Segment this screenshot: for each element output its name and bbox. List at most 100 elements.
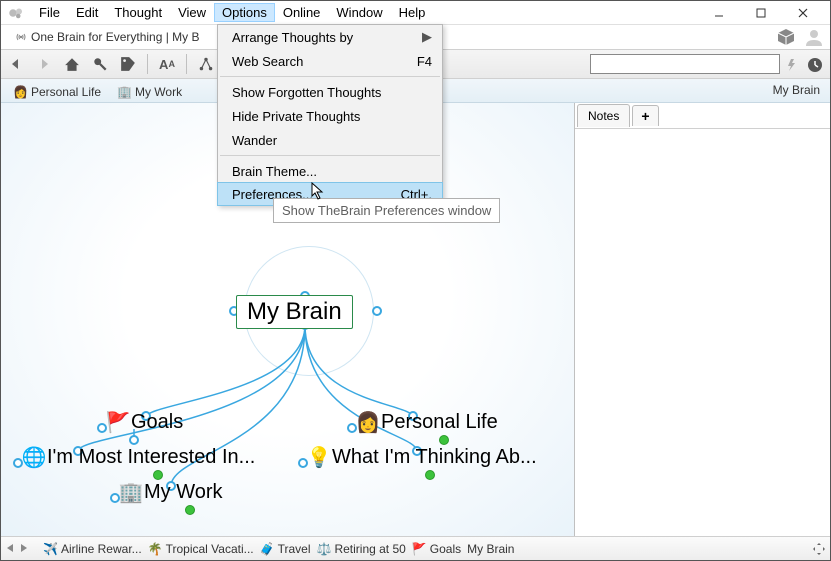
crumb-label: Tropical Vacati...: [166, 542, 254, 556]
green-dot-icon: [439, 435, 449, 445]
nav-forward-button[interactable]: [35, 55, 53, 73]
building-icon: 🏢: [117, 85, 132, 99]
plane-icon: ✈️: [43, 542, 58, 556]
layout-button[interactable]: [197, 55, 215, 73]
menu-separator: [220, 155, 440, 156]
menu-file[interactable]: File: [31, 3, 68, 22]
menu-hide-private[interactable]: Hide Private Thoughts: [218, 104, 442, 128]
pin-button[interactable]: [91, 55, 109, 73]
menu-item-shortcut: F4: [417, 54, 432, 69]
green-dot-icon: [185, 505, 195, 515]
menu-window[interactable]: Window: [328, 3, 390, 22]
menu-item-label: Brain Theme...: [232, 164, 317, 179]
toolbar-separator: [186, 54, 187, 74]
right-panel: Notes +: [575, 103, 830, 536]
history-back-icon[interactable]: [5, 542, 15, 556]
crumb-label: My Brain: [467, 542, 514, 556]
notes-content-area[interactable]: [575, 129, 830, 536]
app-logo-icon: [7, 4, 25, 22]
menu-show-forgotten[interactable]: Show Forgotten Thoughts: [218, 80, 442, 104]
menu-online[interactable]: Online: [275, 3, 329, 22]
menu-brain-theme[interactable]: Brain Theme...: [218, 159, 442, 183]
brain-name-label: My Brain: [773, 83, 820, 97]
crumb-travel[interactable]: 🧳Travel: [260, 542, 311, 556]
node-port[interactable]: [129, 435, 139, 445]
node-label: I'm Most Interested In...: [47, 446, 255, 469]
menu-item-label: Hide Private Thoughts: [232, 109, 360, 124]
crumb-retiring[interactable]: ⚖️Retiring at 50: [317, 542, 406, 556]
node-label: What I'm Thinking Ab...: [332, 446, 537, 469]
menu-arrange-thoughts[interactable]: Arrange Thoughts by▶: [218, 25, 442, 49]
pinned-tab-label: Personal Life: [31, 85, 101, 99]
breadcrumb-bar: ✈️Airline Rewar... 🌴Tropical Vacati... 🧳…: [1, 536, 830, 560]
node-root[interactable]: My Brain: [236, 295, 353, 329]
options-menu-dropdown: Arrange Thoughts by▶ Web Search F4 Show F…: [217, 24, 443, 206]
window-close-button[interactable]: [782, 2, 824, 24]
text-size-button[interactable]: AA: [158, 55, 176, 73]
menu-item-label: Wander: [232, 133, 277, 148]
pinned-tab-personal-life[interactable]: 👩 Personal Life: [5, 82, 109, 102]
menu-item-label: Show Forgotten Thoughts: [232, 85, 381, 100]
menu-thought[interactable]: Thought: [106, 3, 170, 22]
menu-edit[interactable]: Edit: [68, 3, 106, 22]
node-personal-life[interactable]: 👩 Personal Life: [359, 411, 498, 434]
tooltip: Show TheBrain Preferences window: [273, 198, 500, 223]
tab-title: One Brain for Everything | My B: [31, 30, 200, 44]
crumb-label: Airline Rewar...: [61, 542, 142, 556]
instant-activate-icon[interactable]: [782, 56, 800, 74]
node-port-right[interactable]: [372, 306, 382, 316]
lightbulb-icon: 💡: [310, 449, 328, 467]
crumb-airline[interactable]: ✈️Airline Rewar...: [43, 542, 142, 556]
search-input[interactable]: [590, 54, 780, 74]
building-icon: 🏢: [122, 484, 140, 502]
menu-item-label: Web Search: [232, 54, 303, 69]
cube-icon[interactable]: [776, 27, 796, 50]
history-forward-icon[interactable]: [19, 542, 29, 556]
home-button[interactable]: [63, 55, 81, 73]
menu-view[interactable]: View: [170, 3, 214, 22]
submenu-arrow-icon: ▶: [422, 29, 432, 45]
luggage-icon: 🧳: [260, 542, 275, 556]
tab-add-button[interactable]: +: [632, 105, 658, 126]
menu-wander[interactable]: Wander: [218, 128, 442, 152]
tab-notes[interactable]: Notes: [577, 104, 630, 127]
flag-icon: 🚩: [109, 414, 127, 432]
crumb-tropical[interactable]: 🌴Tropical Vacati...: [148, 542, 254, 556]
crumb-goals[interactable]: 🚩Goals: [412, 542, 461, 556]
flag-icon: 🚩: [412, 542, 427, 556]
window-minimize-button[interactable]: [698, 2, 740, 24]
menu-help[interactable]: Help: [391, 3, 434, 22]
person-icon: 👩: [13, 85, 28, 99]
user-icon[interactable]: [804, 27, 824, 50]
node-interested[interactable]: 🌐 I'm Most Interested In...: [25, 446, 255, 469]
crumb-label: Retiring at 50: [334, 542, 405, 556]
crumb-label: Goals: [430, 542, 461, 556]
pinned-tab-label: My Work: [135, 85, 182, 99]
toolbar-separator: [147, 54, 148, 74]
brain-tab[interactable]: One Brain for Everything | My B: [7, 28, 208, 46]
node-label: Personal Life: [381, 411, 498, 434]
crumb-my-brain[interactable]: My Brain: [467, 542, 514, 556]
node-label: My Work: [144, 481, 223, 504]
node-label: My Brain: [247, 298, 342, 326]
node-my-work[interactable]: 🏢 My Work: [122, 481, 223, 504]
menu-options[interactable]: Options: [214, 3, 275, 22]
tag-button[interactable]: [119, 55, 137, 73]
globe-icon: 🌐: [25, 449, 43, 467]
menu-web-search[interactable]: Web Search F4: [218, 49, 442, 73]
menu-separator: [220, 76, 440, 77]
right-panel-tabs: Notes +: [575, 103, 830, 129]
balance-icon: ⚖️: [317, 542, 332, 556]
mouse-cursor-icon: [311, 182, 325, 200]
nav-back-button[interactable]: [7, 55, 25, 73]
node-label: Goals: [131, 411, 183, 434]
person-icon: 👩: [359, 414, 377, 432]
node-thinking[interactable]: 💡 What I'm Thinking Ab...: [310, 446, 537, 469]
menubar: File Edit Thought View Options Online Wi…: [1, 1, 830, 25]
window-maximize-button[interactable]: [740, 2, 782, 24]
clock-icon[interactable]: [806, 56, 824, 74]
green-dot-icon: [153, 470, 163, 480]
pinned-tab-my-work[interactable]: 🏢 My Work: [109, 82, 190, 102]
resize-handle-icon[interactable]: [812, 542, 826, 556]
node-goals[interactable]: 🚩 Goals: [109, 411, 183, 434]
